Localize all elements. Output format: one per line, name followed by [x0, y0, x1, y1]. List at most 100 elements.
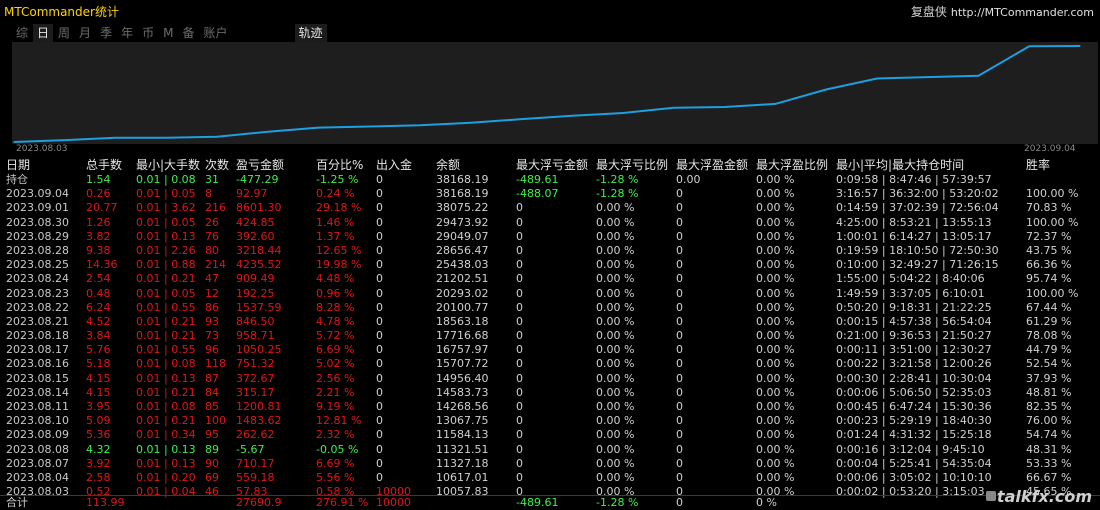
- cell-winrate: 54.74 %: [1026, 428, 1072, 442]
- tab-9[interactable]: 账户: [199, 24, 231, 42]
- cell-hold-time: 0:00:04 | 5:25:41 | 54:35:04: [836, 456, 992, 470]
- cell-max-float-profit: 0: [676, 187, 683, 201]
- watermark-logo-icon: [986, 491, 996, 501]
- cell-max-float-loss: 0: [516, 329, 523, 343]
- cell-minmax: 0.01 | 0.55: [136, 343, 196, 357]
- cell-max-float-loss-pct: -1.28 %: [596, 173, 639, 186]
- cell-max-float-loss: 0: [516, 357, 523, 371]
- cell-inout: 0: [376, 215, 383, 229]
- cell-count: 80: [205, 243, 219, 257]
- table-row: 2023.08.29 3.82 0.01 | 0.13 76 392.60 1.37 % 0…: [0, 230, 1100, 244]
- table-row: 2023.08.25 14.36 0.01 | 0.88 214 4235.52 19.9…: [0, 258, 1100, 272]
- cell-max-float-loss-pct: 0.00 %: [596, 414, 635, 428]
- cell-hold-time: 0:00:23 | 5:29:19 | 18:40:30: [836, 414, 992, 428]
- cell-inout: 0: [376, 286, 383, 300]
- balance-point: [673, 107, 675, 109]
- tab-5[interactable]: 年: [117, 24, 137, 42]
- cell-pnl: 710.17: [236, 456, 275, 470]
- cell-hold-time: 4:25:00 | 8:53:21 | 13:55:13: [836, 215, 992, 229]
- balance-point: [622, 112, 624, 114]
- cell-max-float-loss-pct: 0.00 %: [596, 201, 635, 215]
- cell-max-float-loss-pct: 0.00 %: [596, 470, 635, 484]
- cell-max-float-loss-pct: 0.00 %: [596, 343, 635, 357]
- cell-max-float-loss: 0: [516, 400, 523, 413]
- cell-inout: 0: [376, 428, 383, 442]
- cell-inout: 0: [376, 243, 383, 257]
- cell-lots: 3.82: [86, 229, 111, 243]
- cell-winrate: 66.67 %: [1026, 470, 1072, 484]
- cell-balance: 11321.51: [436, 442, 489, 456]
- cell-max-float-profit: 0: [676, 215, 683, 229]
- watermark: talkfx.com: [996, 487, 1092, 506]
- cell-inout: 0: [376, 329, 383, 343]
- tab-7[interactable]: M: [159, 24, 177, 42]
- balance-point: [774, 103, 777, 105]
- cell-pct: 4.78 %: [316, 314, 355, 328]
- table-row: 2023.08.14 4.15 0.01 | 0.21 84 315.17 2.21 % 0…: [0, 386, 1100, 400]
- tab-track[interactable]: 轨迹: [294, 24, 327, 42]
- cell-date: 2023.08.14: [6, 385, 69, 399]
- cell-winrate: 48.81 %: [1026, 385, 1072, 399]
- cell-count: 93: [205, 314, 219, 328]
- cell-inout: 0: [376, 187, 383, 201]
- tab-8[interactable]: 备: [178, 24, 198, 42]
- cell-winrate: 95.74 %: [1026, 272, 1072, 286]
- summary-pnl: 27690.9: [236, 496, 282, 509]
- balance-point: [927, 76, 929, 78]
- cell-count: 87: [205, 371, 219, 385]
- balance-point: [64, 139, 66, 141]
- tab-0[interactable]: 综: [12, 24, 32, 42]
- cell-max-float-profit-pct: 0.00 %: [756, 442, 795, 456]
- cell-hold-time: 0:21:00 | 9:36:53 | 21:50:27: [836, 329, 992, 343]
- cell-pnl: 846.50: [236, 314, 275, 328]
- cell-minmax: 0.01 | 0.05: [136, 215, 196, 229]
- header-cell: 余额: [436, 158, 461, 172]
- cell-max-float-profit-pct: 0.00 %: [756, 229, 795, 243]
- cell-date: 2023.08.17: [6, 343, 69, 357]
- cell-minmax: 0.01 | 0.21: [136, 385, 196, 399]
- cell-minmax: 0.01 | 0.05: [136, 286, 196, 300]
- cell-winrate: 37.93 %: [1026, 371, 1072, 385]
- cell-max-float-profit-pct: 0.00 %: [756, 314, 795, 328]
- cell-pct: -0.05 %: [316, 442, 359, 456]
- table-row: 2023.08.28 9.38 0.01 | 2.26 80 3218.44 12.65 …: [0, 244, 1100, 258]
- cell-max-float-profit: 0: [676, 442, 683, 456]
- balance-point: [216, 136, 218, 138]
- summary-max-float-profit-pct: 0 %: [756, 496, 777, 509]
- cell-hold-time: 0:19:59 | 18:10:50 | 72:50:30: [836, 243, 999, 257]
- cell-minmax: 0.01 | 0.08: [136, 357, 196, 371]
- cell-minmax: 0.01 | 0.55: [136, 300, 196, 314]
- cell-hold-time: 3:16:57 | 36:32:00 | 53:20:02: [836, 187, 999, 201]
- cell-max-float-loss-pct: 0.00 %: [596, 229, 635, 243]
- tab-2[interactable]: 周: [54, 24, 74, 42]
- cell-hold-time: 0:00:11 | 3:51:00 | 12:30:27: [836, 343, 992, 357]
- tab-4[interactable]: 季: [96, 24, 116, 42]
- tab-3[interactable]: 月: [75, 24, 95, 42]
- balance-point: [13, 141, 15, 143]
- tab-6[interactable]: 币: [138, 24, 158, 42]
- cell-pct: 6.69 %: [316, 456, 355, 470]
- website-link[interactable]: http://MTCommander.com: [951, 6, 1094, 19]
- tab-1[interactable]: 日: [33, 24, 54, 42]
- cell-count: 89: [205, 442, 219, 456]
- chart-start-date: 2023.08.03: [16, 144, 68, 154]
- cell-lots: 3.92: [86, 456, 111, 470]
- cell-count: 85: [205, 400, 219, 413]
- cell-max-float-profit: 0: [676, 400, 683, 413]
- cell-pct: 12.81 %: [316, 414, 362, 428]
- cell-pnl: 1200.81: [236, 400, 282, 413]
- stats-table: 日期 总手数 最小|大手数 次数 盈亏金额 百分比% 出入金 余额 最大浮亏金额 最大浮亏比例 最大…: [0, 158, 1100, 499]
- cell-max-float-loss: 0: [516, 456, 523, 470]
- table-row: 2023.08.09 5.36 0.01 | 0.34 95 262.62 2.32 % 0…: [0, 428, 1100, 442]
- cell-count: 47: [205, 272, 219, 286]
- cell-max-float-loss: 0: [516, 442, 523, 456]
- cell-balance: 17716.68: [436, 329, 489, 343]
- position-label: 持仓: [6, 173, 28, 186]
- cell-balance: 14268.56: [436, 400, 489, 413]
- cell-balance: 10617.01: [436, 470, 489, 484]
- cell-minmax: 0.01 | 0.08: [136, 400, 196, 413]
- summary-pct: 276.91 %: [316, 496, 369, 509]
- cell-pnl: 1483.62: [236, 414, 282, 428]
- cell-max-float-profit-pct: 0.00 %: [756, 272, 795, 286]
- cell-lots: 5.76: [86, 343, 111, 357]
